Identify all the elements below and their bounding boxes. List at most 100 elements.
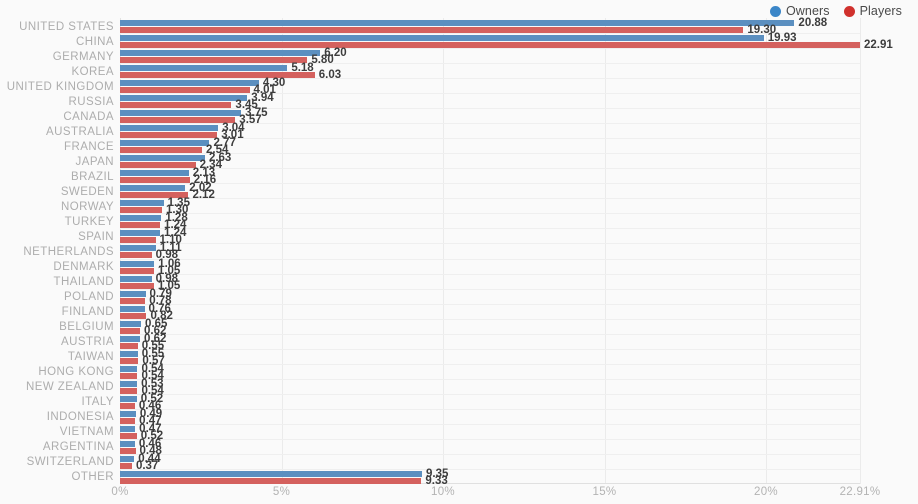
bar-owners[interactable] <box>120 50 321 57</box>
bar-row[interactable]: VIETNAM 0.47 0.52 <box>60 423 860 441</box>
bar-owners[interactable] <box>120 305 145 312</box>
bar-owners[interactable] <box>120 455 135 462</box>
bar-owners[interactable] <box>120 380 138 387</box>
bar-owners[interactable] <box>120 425 136 432</box>
legend-item-players[interactable]: Players <box>843 4 902 18</box>
bar-row[interactable]: HONG KONG 0.54 0.54 <box>38 363 860 381</box>
bar-players[interactable] <box>120 477 422 484</box>
bar-players[interactable] <box>120 372 138 379</box>
bar-row[interactable]: JAPAN 2.63 2.34 <box>76 153 860 171</box>
bar-players[interactable] <box>120 237 156 244</box>
bar-owners[interactable] <box>120 35 764 42</box>
category-label: SWITZERLAND <box>26 456 114 469</box>
bar-owners[interactable] <box>120 110 242 117</box>
bar-players[interactable] <box>120 297 146 304</box>
bar-row[interactable]: NETHERLANDS 1.11 0.98 <box>23 243 860 261</box>
category-label: FINLAND <box>61 306 114 319</box>
bar-owners[interactable] <box>120 125 219 132</box>
bar-row[interactable]: SWITZERLAND 0.44 0.37 <box>27 453 860 471</box>
bar-players[interactable] <box>120 207 162 214</box>
bar-row[interactable]: POLAND 0.79 0.78 <box>64 288 860 306</box>
category-label: NORWAY <box>61 200 114 213</box>
bar-players[interactable] <box>120 342 138 349</box>
bar-row[interactable]: GERMANY 6.20 5.80 <box>53 48 860 66</box>
bar-players[interactable] <box>120 42 860 49</box>
category-label: CANADA <box>63 110 114 123</box>
bar-players[interactable] <box>120 417 136 424</box>
bar-row[interactable]: UNITED KINGDOM 4.30 4.01 <box>7 78 860 96</box>
bar-row[interactable]: NORWAY 1.35 1.30 <box>61 198 860 216</box>
category-label: ITALY <box>81 396 114 409</box>
category-label: UNITED STATES <box>19 20 114 33</box>
bar-players[interactable] <box>120 447 136 454</box>
bar-owners[interactable] <box>120 230 161 237</box>
bar-row[interactable]: ARGENTINA 0.46 0.48 <box>43 438 860 456</box>
bar-owners[interactable] <box>120 350 138 357</box>
bar-owners[interactable] <box>120 410 136 417</box>
vertical-gridline <box>860 18 861 484</box>
bar-owners[interactable] <box>120 20 795 26</box>
bar-owners[interactable] <box>120 275 152 282</box>
category-label: CHINA <box>75 35 114 48</box>
bar-players[interactable] <box>120 27 744 33</box>
bar-owners[interactable] <box>120 335 141 342</box>
bar-players[interactable] <box>120 87 250 94</box>
bar-row[interactable]: DENMARK 1.06 1.05 <box>53 258 860 276</box>
bar-owners[interactable] <box>120 290 146 297</box>
bar-row[interactable]: NEW ZEALAND 0.53 0.54 <box>26 378 860 396</box>
bar-players[interactable] <box>120 222 161 229</box>
bar-owners[interactable] <box>120 365 138 372</box>
bar-owners[interactable] <box>120 80 259 87</box>
bar-players[interactable] <box>120 327 141 334</box>
bar-players[interactable] <box>120 132 218 139</box>
bar-owners[interactable] <box>120 65 288 72</box>
bar-owners[interactable] <box>120 395 137 402</box>
bar-row[interactable]: AUSTRIA 0.62 0.55 <box>61 333 860 351</box>
bar-row[interactable]: TURKEY 1.28 1.24 <box>65 213 860 231</box>
bar-row[interactable]: FINLAND 0.76 0.82 <box>62 303 860 321</box>
bar-owners[interactable] <box>120 170 189 177</box>
bar-players[interactable] <box>120 162 196 169</box>
bar-owners[interactable] <box>120 185 186 192</box>
bar-row[interactable]: TAIWAN 0.55 0.57 <box>68 348 860 366</box>
bar-row[interactable]: INDONESIA 0.49 0.47 <box>47 408 860 426</box>
bar-owners[interactable] <box>120 200 164 207</box>
bar-owners[interactable] <box>120 215 162 222</box>
bar-row[interactable]: OTHER 9.35 9.33 <box>72 468 860 486</box>
bar-row[interactable]: BELGIUM 0.65 0.62 <box>59 318 860 336</box>
bar-owners[interactable] <box>120 470 422 477</box>
bar-row[interactable]: BRAZIL 2.13 2.16 <box>71 168 860 186</box>
bar-row[interactable]: RUSSIA 3.94 3.45 <box>68 93 860 111</box>
bar-players[interactable] <box>120 147 203 154</box>
bar-row[interactable]: THAILAND 0.98 1.05 <box>54 273 860 291</box>
bar-row[interactable]: FRANCE 2.77 2.54 <box>64 138 860 156</box>
bar-owners[interactable] <box>120 140 210 147</box>
bar-players[interactable] <box>120 102 232 109</box>
legend-item-owners[interactable]: Owners <box>769 4 830 18</box>
bar-owners[interactable] <box>120 440 135 447</box>
bar-players[interactable] <box>120 357 139 364</box>
bar-owners[interactable] <box>120 320 141 327</box>
bar-players[interactable] <box>120 402 135 409</box>
bar-owners[interactable] <box>120 260 155 267</box>
bar-owners[interactable] <box>120 245 156 252</box>
bar-players[interactable] <box>120 387 138 394</box>
bar-row[interactable]: UNITED STATES 20.88 19.30 <box>19 17 860 35</box>
category-label: AUSTRALIA <box>46 125 114 138</box>
bar-players[interactable] <box>120 117 236 124</box>
bar-players[interactable] <box>120 252 152 259</box>
bar-row[interactable]: KOREA 5.18 6.03 <box>71 63 860 81</box>
bar-players[interactable] <box>120 432 137 439</box>
bar-row[interactable]: ITALY 0.52 0.46 <box>82 393 860 411</box>
bar-row[interactable]: SWEDEN 2.02 2.12 <box>61 183 860 201</box>
bar-row[interactable]: SPAIN 1.24 1.10 <box>78 228 860 246</box>
bar-owners[interactable] <box>120 95 248 102</box>
bar-row[interactable]: CHINA 19.93 22.91 <box>76 33 893 51</box>
bar-players[interactable] <box>120 312 147 319</box>
bar-players[interactable] <box>120 267 154 274</box>
bar-players[interactable] <box>120 57 308 64</box>
bar-players[interactable] <box>120 177 190 184</box>
bar-players[interactable] <box>120 72 315 79</box>
bar-owners[interactable] <box>120 155 205 162</box>
bar-players[interactable] <box>120 462 132 469</box>
